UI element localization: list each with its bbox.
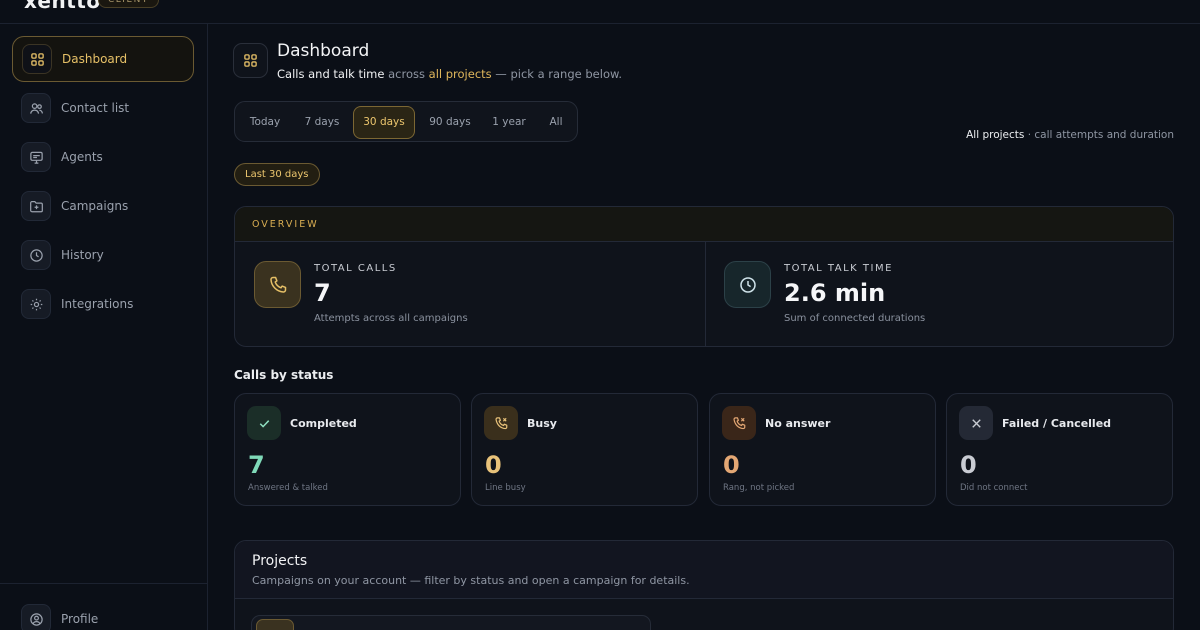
sidebar-item-integrations[interactable]: Integrations bbox=[12, 281, 194, 327]
talk-time-value: 2.6 min bbox=[784, 279, 886, 307]
status-label: No answer bbox=[765, 417, 831, 430]
range-90-days-button[interactable]: 90 days bbox=[423, 106, 477, 139]
status-section-title: Calls by status bbox=[234, 368, 334, 382]
phone-icon bbox=[254, 261, 301, 308]
sidebar-item-profile[interactable]: Profile bbox=[12, 596, 194, 630]
total-calls-value: 7 bbox=[314, 279, 331, 307]
projects-subtitle: Campaigns on your account — filter by st… bbox=[252, 574, 690, 587]
range-30-days-button[interactable]: 30 days bbox=[353, 106, 415, 139]
folder-plus-icon bbox=[21, 191, 51, 221]
total-calls-label: TOTAL CALLS bbox=[314, 263, 397, 274]
project-filter-bar bbox=[251, 615, 651, 630]
scope-strong: All projects bbox=[966, 129, 1025, 141]
scope-caption: All projects · call attempts and duratio… bbox=[966, 129, 1174, 141]
range-1-year-button[interactable]: 1 year bbox=[485, 106, 533, 139]
status-label: Failed / Cancelled bbox=[1002, 417, 1112, 430]
status-value: 0 bbox=[723, 451, 740, 479]
sidebar-item-label: Dashboard bbox=[62, 52, 128, 66]
status-card-completed: Completed 7 Answered & talked bbox=[234, 393, 461, 506]
projects-header bbox=[235, 541, 1173, 599]
gear-icon bbox=[21, 289, 51, 319]
status-label: Busy bbox=[527, 417, 557, 430]
clock-icon bbox=[724, 261, 771, 308]
sidebar-item-label: History bbox=[61, 248, 104, 262]
sidebar-item-label: Contact list bbox=[61, 101, 130, 115]
client-badge: CLIENT bbox=[98, 0, 159, 8]
scope-rest: · call attempts and duration bbox=[1024, 129, 1174, 141]
user-circle-icon bbox=[21, 604, 51, 630]
talk-time-note: Sum of connected durations bbox=[784, 313, 926, 324]
total-calls-note: Attempts across all campaigns bbox=[314, 313, 468, 324]
sidebar-item-agents[interactable]: Agents bbox=[12, 134, 194, 180]
top-bar: xentto CLIENT bbox=[0, 0, 1200, 24]
overview-divider bbox=[705, 242, 706, 346]
phone-missed-icon bbox=[722, 406, 756, 440]
projects-title: Projects bbox=[252, 553, 308, 569]
sidebar-item-campaigns[interactable]: Campaigns bbox=[12, 183, 194, 229]
close-icon bbox=[959, 406, 993, 440]
status-value: 7 bbox=[248, 451, 265, 479]
overview-heading: OVERVIEW bbox=[235, 207, 1173, 242]
status-label: Completed bbox=[290, 417, 357, 430]
sidebar-item-label: Profile bbox=[61, 612, 99, 626]
projects-card: Projects Campaigns on your account — fil… bbox=[234, 540, 1174, 630]
phone-x-icon bbox=[484, 406, 518, 440]
page-subtitle: Calls and talk time across all projects … bbox=[277, 67, 622, 81]
sidebar-item-label: Agents bbox=[61, 150, 103, 164]
status-card-no-answer: No answer 0 Rang, not picked bbox=[709, 393, 936, 506]
sidebar-item-label: Integrations bbox=[61, 297, 134, 311]
sidebar-item-label: Campaigns bbox=[61, 199, 129, 213]
subtitle-tail: — pick a range below. bbox=[491, 67, 622, 81]
status-note: Did not connect bbox=[960, 483, 1028, 493]
sidebar-item-contact-list[interactable]: Contact list bbox=[12, 85, 194, 131]
sidebar-divider bbox=[0, 583, 207, 584]
clock-icon bbox=[21, 240, 51, 270]
all-projects-link[interactable]: all projects bbox=[429, 67, 492, 81]
overview-card: OVERVIEW TOTAL CALLS 7 Attempts across a… bbox=[234, 206, 1174, 347]
range-all-button[interactable]: All bbox=[539, 106, 573, 139]
subtitle-mid: across bbox=[384, 67, 429, 81]
range-picker: Today 7 days 30 days 90 days 1 year All bbox=[234, 101, 578, 142]
status-card-failed: Failed / Cancelled 0 Did not connect bbox=[946, 393, 1173, 506]
users-icon bbox=[21, 93, 51, 123]
status-note: Rang, not picked bbox=[723, 483, 795, 493]
monitor-icon bbox=[21, 142, 51, 172]
project-filter-chip[interactable] bbox=[256, 619, 294, 630]
status-note: Line busy bbox=[485, 483, 526, 493]
range-today-button[interactable]: Today bbox=[241, 106, 289, 139]
sidebar-item-history[interactable]: History bbox=[12, 232, 194, 278]
talk-time-label: TOTAL TALK TIME bbox=[784, 263, 893, 274]
status-note: Answered & talked bbox=[248, 483, 328, 493]
status-value: 0 bbox=[485, 451, 502, 479]
status-value: 0 bbox=[960, 451, 977, 479]
check-icon bbox=[247, 406, 281, 440]
brand-logo[interactable]: xentto bbox=[24, 0, 101, 13]
active-range-pill: Last 30 days bbox=[234, 163, 320, 186]
subtitle-strong: Calls and talk time bbox=[277, 67, 385, 81]
sidebar: Dashboard Contact list Agents Campaigns … bbox=[0, 24, 208, 630]
range-7-days-button[interactable]: 7 days bbox=[297, 106, 347, 139]
grid-icon bbox=[22, 44, 52, 74]
page-title: Dashboard bbox=[277, 41, 370, 61]
status-card-busy: Busy 0 Line busy bbox=[471, 393, 698, 506]
dashboard-grid-icon bbox=[233, 43, 268, 78]
sidebar-item-dashboard[interactable]: Dashboard bbox=[12, 36, 194, 82]
